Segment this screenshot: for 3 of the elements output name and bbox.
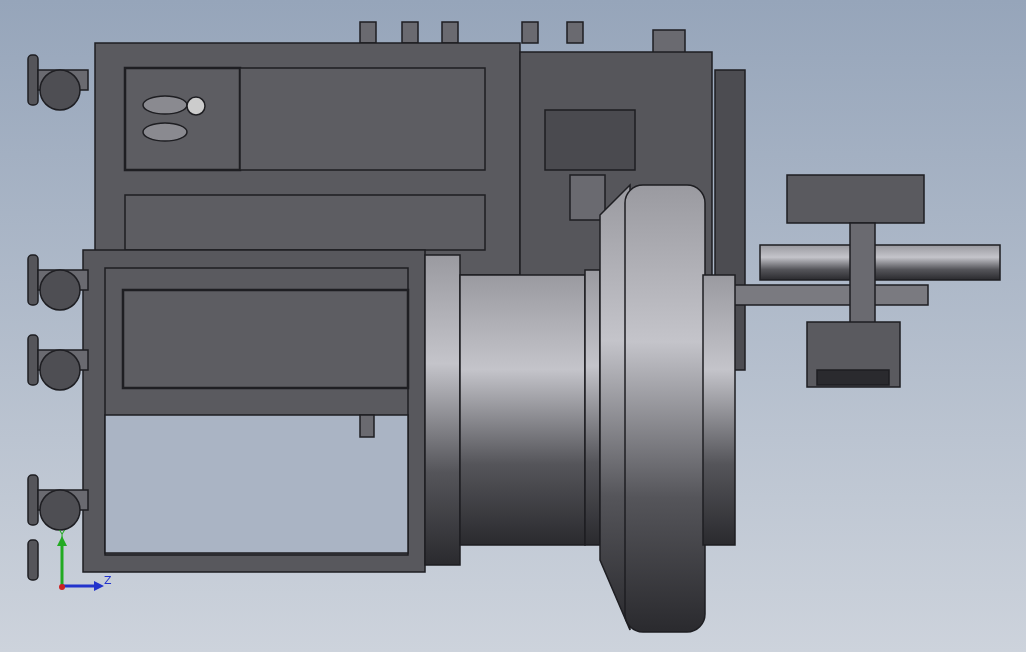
origin-dot bbox=[59, 584, 65, 590]
axis-label: Z bbox=[104, 574, 112, 587]
axis-label: Y bbox=[59, 529, 66, 540]
